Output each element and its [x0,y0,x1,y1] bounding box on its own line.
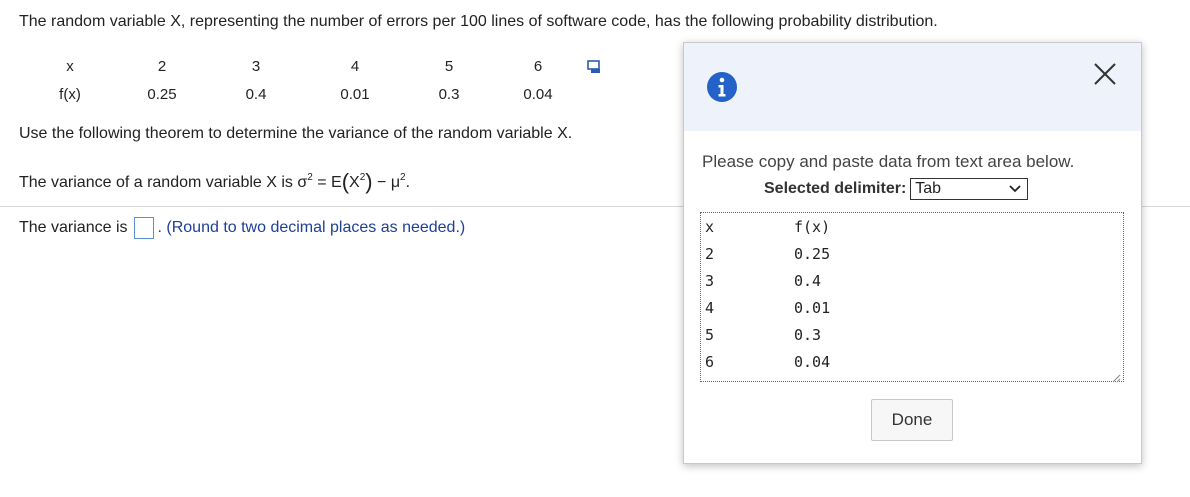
formula-equals: = E [312,174,342,191]
resize-grip-icon[interactable] [1111,369,1121,383]
table-header-fx: f(x) [59,86,81,103]
delimiter-value: Tab [915,180,942,197]
textarea-fx: 0.01 [794,299,831,317]
textarea-fx: 0.25 [794,245,831,263]
answer-label: The variance is [19,219,128,236]
delimiter-row: Selected delimiter: Tab [764,178,1029,200]
textarea-x: 2 [705,245,715,263]
textarea-x: 4 [705,299,715,317]
table-header-x: x [66,58,74,75]
answer-line: The variance is . (Round to two decimal … [19,217,465,239]
close-icon[interactable] [1091,60,1119,88]
formula-mu: μ [390,174,401,191]
done-button[interactable]: Done [871,399,953,441]
copy-data-dialog: Please copy and paste data from text are… [683,42,1142,464]
chevron-down-icon [1009,180,1021,198]
textarea-line: 6 0.04 [705,352,830,372]
textarea-x: 6 [705,353,715,371]
textarea-line: 3 0.4 [705,271,821,291]
formula-sigma: σ [297,174,308,191]
dialog-message: Please copy and paste data from text are… [702,152,1075,171]
formula-period: . [405,174,411,191]
info-icon [706,71,738,103]
textarea-x: 5 [705,326,715,344]
textarea-fx: 0.4 [794,272,822,290]
textarea-fx: 0.3 [794,326,822,344]
table-cell-x: 6 [533,58,543,75]
table-cell-x: 3 [251,58,261,75]
table-cell-x: 4 [350,58,360,75]
table-cell-x: 2 [157,58,167,75]
textarea-x: x [705,218,715,236]
rounding-hint: . (Round to two decimal places as needed… [157,219,466,236]
formula-open-paren: ( [341,169,350,194]
table-cell-fx: 0.3 [438,86,460,103]
textarea-line: 5 0.3 [705,325,821,345]
table-cell-fx: 0.4 [245,86,267,103]
dialog-header [684,43,1141,131]
textarea-line: x f(x) [705,217,830,237]
question-intro: The random variable X, representing the … [19,13,938,30]
textarea-fx: 0.04 [794,353,831,371]
textarea-x: 3 [705,272,715,290]
formula-exponent: 2 [359,171,366,183]
textarea-line: 4 0.01 [705,298,830,318]
data-textarea[interactable]: x f(x) 2 0.25 3 0.4 4 0.01 5 0.3 6 0.04 [700,212,1124,383]
delimiter-label: Selected delimiter: [764,180,907,197]
formula-close-paren: ) [365,169,373,194]
textarea-fx: f(x) [794,218,831,236]
formula-minus: − [372,174,391,191]
copy-data-icon[interactable] [587,59,603,75]
variance-formula: The variance of a random variable X is σ… [19,169,410,195]
table-cell-fx: 0.01 [340,86,370,103]
formula-exponent: 2 [307,171,313,183]
delimiter-select[interactable]: Tab [910,178,1029,200]
variance-answer-input[interactable] [133,217,154,239]
formula-x: X [349,174,360,191]
table-cell-fx: 0.04 [523,86,553,103]
table-cell-fx: 0.25 [147,86,177,103]
formula-exponent: 2 [400,171,406,183]
textarea-line: 2 0.25 [705,244,830,264]
formula-prefix: The variance of a random variable X is [19,174,298,191]
theorem-text: Use the following theorem to determine t… [19,125,573,142]
table-cell-x: 5 [444,58,454,75]
